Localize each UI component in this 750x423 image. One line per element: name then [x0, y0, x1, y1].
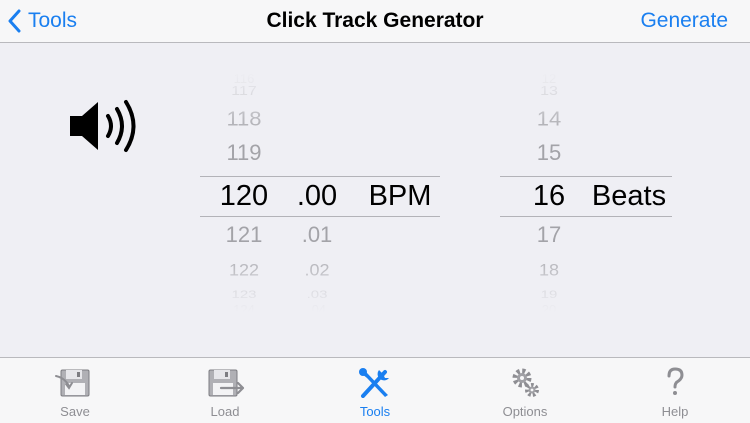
bpm-row: 116: [233, 74, 255, 84]
bpm-row: 119: [226, 140, 262, 165]
beats-row: 14: [536, 107, 562, 131]
fraction-row: .03: [306, 288, 328, 301]
bpm-row: 121: [225, 222, 263, 247]
gears-icon: [512, 368, 539, 397]
help-icon: [667, 367, 684, 395]
load-icon: [208, 369, 245, 397]
beats-row: 12: [541, 74, 557, 84]
selection-top-line: [500, 176, 672, 177]
tempo-picker[interactable]: 116 117 118 119 120 121 122 123 124 .00 …: [200, 72, 440, 312]
bpm-selected-value: 120: [219, 180, 269, 212]
tools-icon: [359, 368, 389, 398]
beats-row: 20: [512, 305, 586, 312]
tab-options[interactable]: Options: [450, 358, 600, 423]
selection-top-line: [200, 176, 440, 177]
bpm-row: 123: [231, 288, 257, 301]
beats-picker[interactable]: 12 13 14 15 16 17 18 19 20 Beats: [500, 72, 672, 312]
tab-bar: Save Load Tools Options Help: [0, 357, 750, 423]
tab-tools[interactable]: Tools: [300, 358, 450, 423]
bpm-unit-label: BPM: [368, 180, 432, 212]
tab-save[interactable]: Save: [0, 358, 150, 423]
speaker-icon[interactable]: [68, 98, 140, 154]
beats-unit-column: Beats: [586, 72, 672, 312]
beats-selected-value: 16: [532, 180, 566, 212]
fraction-selected-value: .00: [296, 180, 338, 212]
beats-row: 13: [540, 84, 558, 99]
tab-options-label: Options: [502, 404, 548, 419]
generate-button[interactable]: Generate: [640, 0, 728, 42]
beats-row: 19: [540, 288, 558, 301]
tab-tools-label: Tools: [359, 404, 391, 419]
tab-save-label: Save: [60, 404, 90, 419]
beats-wheel[interactable]: 12 13 14 15 16 17 18 19 20: [512, 72, 586, 312]
selection-bottom-line: [200, 216, 440, 217]
beats-row: 15: [536, 140, 562, 165]
tab-load-label: Load: [210, 404, 240, 419]
tab-load[interactable]: Load: [150, 358, 300, 423]
fraction-row: .02: [304, 260, 330, 280]
save-icon: [55, 369, 90, 397]
beats-row: 18: [538, 260, 560, 280]
navigation-bar: Tools Click Track Generator Generate: [0, 0, 750, 43]
bpm-row: 124: [200, 305, 288, 312]
selection-bottom-line: [500, 216, 672, 217]
tab-help-label: Help: [661, 404, 689, 419]
tab-help[interactable]: Help: [600, 358, 750, 423]
bpm-fraction-wheel[interactable]: .00 .01 .02 .03 .04: [282, 72, 352, 312]
bpm-row: 118: [226, 107, 262, 131]
bpm-unit-column: BPM: [360, 72, 440, 312]
beats-row: 17: [536, 222, 562, 247]
fraction-row: .04: [282, 305, 352, 312]
bpm-row: 122: [228, 260, 260, 280]
bpm-integer-wheel[interactable]: 116 117 118 119 120 121 122 123 124: [200, 72, 288, 312]
bpm-row: 117: [231, 84, 257, 99]
page-title: Click Track Generator: [266, 9, 484, 32]
fraction-row: .01: [301, 222, 333, 247]
beats-unit-label: Beats: [591, 180, 667, 212]
